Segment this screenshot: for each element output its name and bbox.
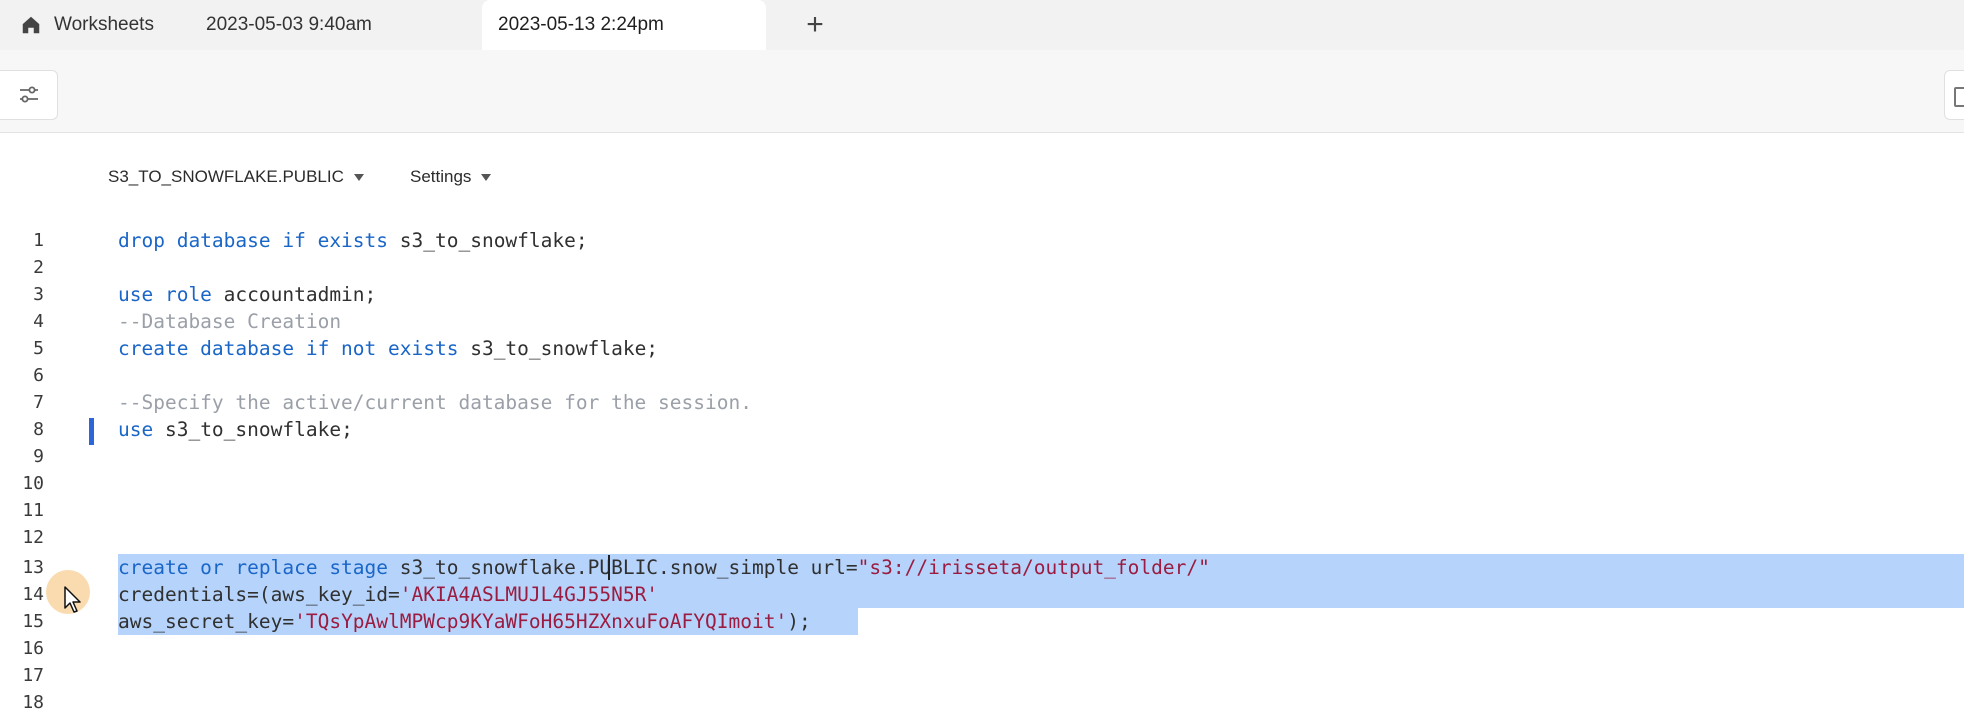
tab-worksheet-1[interactable]: 2023-05-03 9:40am bbox=[188, 0, 478, 50]
sql-keyword: drop database if exists bbox=[118, 229, 389, 252]
code-text: create or replace stage s3_to_snowflake.… bbox=[118, 556, 1210, 579]
sliders-icon bbox=[19, 86, 38, 103]
worksheet-toolbar bbox=[0, 50, 1964, 133]
code-line: 7 --Specify the active/current database … bbox=[0, 389, 1964, 416]
sql-keyword: create database if not exists bbox=[118, 337, 459, 360]
code-text: credentials=(aws_key_id='AKIA4ASLMUJL4GJ… bbox=[118, 583, 658, 606]
sql-text: accountadmin; bbox=[211, 283, 377, 306]
code-text: use role accountadmin; bbox=[118, 283, 376, 306]
code-line: 9 bbox=[0, 443, 1964, 470]
chevron-down-icon bbox=[353, 173, 364, 181]
code-line: 8 use s3_to_snowflake; bbox=[0, 416, 1964, 443]
code-line: 4 --Database Creation bbox=[0, 308, 1964, 335]
tab-label: 2023-05-03 9:40am bbox=[206, 14, 372, 35]
home-icon bbox=[22, 16, 40, 34]
sql-text: s3_to_snowflake; bbox=[153, 418, 353, 441]
sql-keyword: use bbox=[118, 418, 154, 441]
line-number: 16 bbox=[22, 638, 44, 659]
mouse-pointer-icon bbox=[64, 586, 81, 613]
settings-label: Settings bbox=[410, 167, 472, 186]
line-number: 9 bbox=[33, 446, 44, 467]
code-line: 15 aws_secret_key='TQsYpAwlMPWcp9KYaWFoH… bbox=[0, 608, 1964, 635]
sql-text: s3_to_snowflake; bbox=[458, 337, 659, 360]
plus-icon: + bbox=[806, 8, 824, 41]
sql-text: aws_secret_key= bbox=[118, 610, 295, 633]
sql-string: 'AKIA4ASLMUJL4GJ55N5R' bbox=[399, 583, 659, 606]
settings-dropdown[interactable]: Settings bbox=[410, 167, 492, 187]
line-number: 5 bbox=[33, 338, 44, 359]
database-label: S3_TO_SNOWFLAKE.PUBLIC bbox=[108, 167, 344, 186]
line-number: 13 bbox=[22, 557, 44, 578]
line-number: 12 bbox=[22, 527, 44, 548]
code-text: drop database if exists s3_to_snowflake; bbox=[118, 229, 588, 252]
sql-text: credentials=(aws_key_id= bbox=[118, 583, 400, 606]
line-number: 3 bbox=[33, 284, 44, 305]
sql-text: s3_to_snowflake.PUBLIC.snow_simple url= bbox=[388, 556, 858, 579]
code-line: 12 bbox=[0, 524, 1964, 551]
text-caret bbox=[608, 555, 610, 580]
add-tab-button[interactable]: + bbox=[798, 8, 832, 42]
line-number: 18 bbox=[22, 692, 44, 713]
line-number: 4 bbox=[33, 311, 44, 332]
line-number: 17 bbox=[22, 665, 44, 686]
tab-label: Worksheets bbox=[54, 14, 154, 35]
line-number: 15 bbox=[22, 611, 44, 632]
code-line: 16 bbox=[0, 635, 1964, 662]
code-line: 10 bbox=[0, 470, 1964, 497]
panel-toggle-icon bbox=[1954, 87, 1964, 107]
code-line: 5 create database if not exists s3_to_sn… bbox=[0, 335, 1964, 362]
line-number: 2 bbox=[33, 257, 44, 278]
code-line: 13 create or replace stage s3_to_snowfla… bbox=[0, 554, 1964, 581]
code-line: 1 drop database if exists s3_to_snowflak… bbox=[0, 227, 1964, 254]
line-number: 6 bbox=[33, 365, 44, 386]
sql-string: 'TQsYpAwlMPWcp9KYaWFoH65HZXnxuFoAFYQImoi… bbox=[294, 610, 788, 633]
line-number: 14 bbox=[22, 584, 44, 605]
code-text: use s3_to_snowflake; bbox=[118, 418, 353, 441]
context-bar: S3_TO_SNOWFLAKE.PUBLIC Settings bbox=[0, 133, 1964, 223]
database-selector[interactable]: S3_TO_SNOWFLAKE.PUBLIC bbox=[108, 167, 364, 187]
sql-text: s3_to_snowflake; bbox=[388, 229, 588, 252]
code-line: 17 bbox=[0, 662, 1964, 689]
line-number: 7 bbox=[33, 392, 44, 413]
code-text: create database if not exists s3_to_snow… bbox=[118, 337, 658, 360]
sql-editor[interactable]: 1 drop database if exists s3_to_snowflak… bbox=[0, 223, 1964, 728]
filter-settings-button[interactable] bbox=[0, 70, 58, 120]
code-line: 14 credentials=(aws_key_id='AKIA4ASLMUJL… bbox=[0, 581, 1964, 608]
line-number: 1 bbox=[33, 230, 44, 251]
code-line: 3 use role accountadmin; bbox=[0, 281, 1964, 308]
tab-worksheets-home[interactable]: Worksheets bbox=[0, 0, 190, 50]
worksheet-tab-bar: Worksheets 2023-05-03 9:40am 2023-05-13 … bbox=[0, 0, 1964, 50]
sql-comment: --Specify the active/current database fo… bbox=[118, 391, 752, 414]
sql-string: "s3://irisseta/output_folder/" bbox=[857, 556, 1210, 579]
line-number: 8 bbox=[33, 419, 44, 440]
sql-comment: --Database Creation bbox=[118, 310, 342, 333]
panel-toggle-button[interactable] bbox=[1944, 70, 1964, 120]
sql-keyword: use role bbox=[118, 283, 212, 306]
code-line: 2 bbox=[0, 254, 1964, 281]
code-line: 18 bbox=[0, 689, 1964, 716]
line-number: 10 bbox=[22, 473, 44, 494]
code-line: 11 bbox=[0, 497, 1964, 524]
code-line: 6 bbox=[0, 362, 1964, 389]
code-text: aws_secret_key='TQsYpAwlMPWcp9KYaWFoH65H… bbox=[118, 610, 811, 633]
chevron-down-icon bbox=[481, 173, 492, 181]
tab-label: 2023-05-13 2:24pm bbox=[498, 14, 664, 35]
sql-keyword: create or replace stage bbox=[118, 556, 389, 579]
line-number: 11 bbox=[22, 500, 44, 521]
tab-worksheet-2-active[interactable]: 2023-05-13 2:24pm bbox=[482, 0, 766, 50]
sql-text: ); bbox=[787, 610, 811, 633]
